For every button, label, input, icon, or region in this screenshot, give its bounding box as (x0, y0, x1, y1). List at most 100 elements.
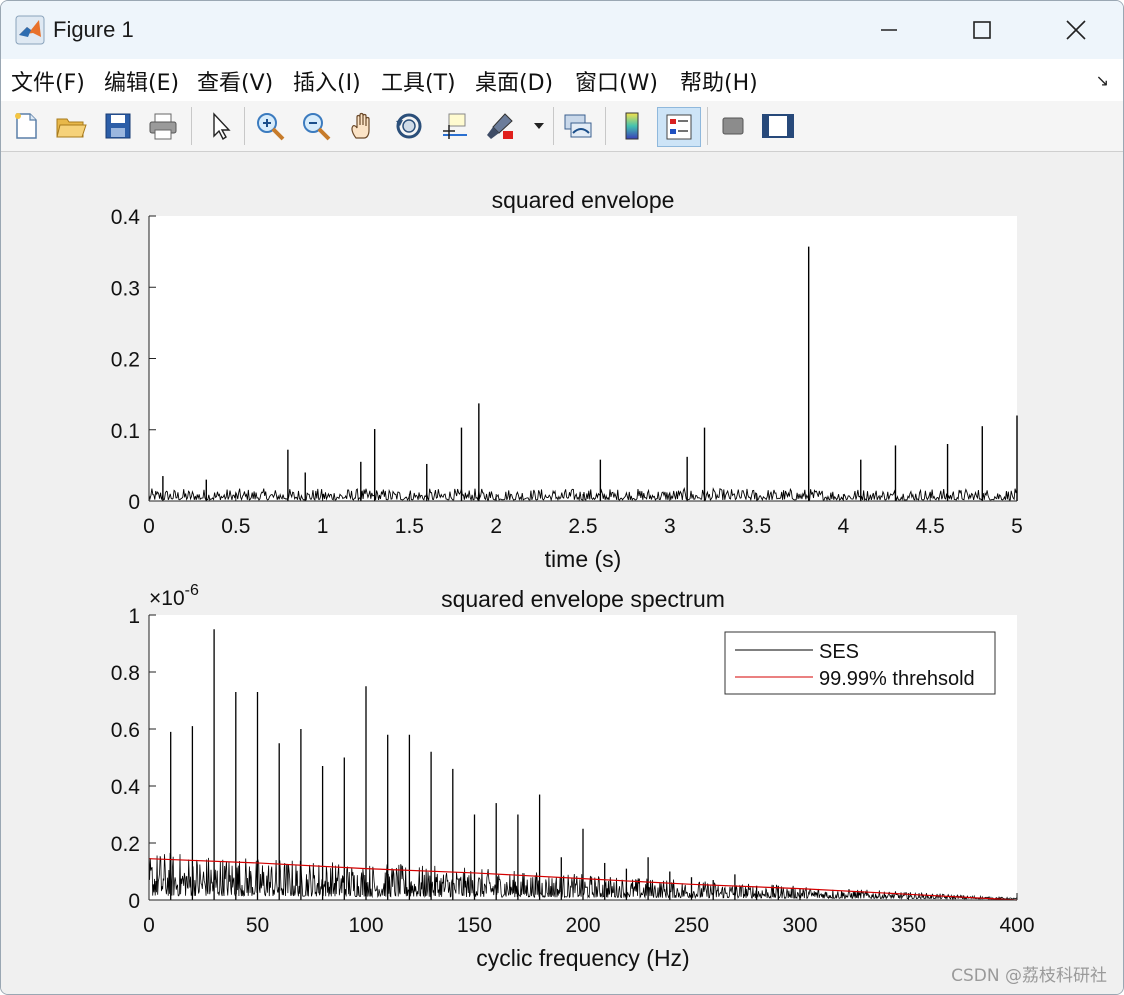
y-tick-label: 0.8 (111, 662, 140, 685)
legend: SES 99.99% threhsold (724, 631, 996, 695)
link-plot-button[interactable] (560, 107, 596, 145)
legend-ses-label: SES (819, 641, 859, 663)
axes-title: squared envelope spectrum (441, 586, 725, 612)
y-tick-label: 0 (128, 491, 140, 514)
y-tick-label: 0.2 (111, 349, 140, 372)
open-file-button[interactable] (53, 107, 89, 145)
x-tick-label: 5 (1011, 515, 1023, 538)
axes-title: squared envelope (492, 187, 675, 213)
save-icon (105, 113, 131, 139)
legend-icon (666, 114, 692, 140)
menu-insert[interactable]: 插入(I) (293, 65, 361, 97)
maximize-button[interactable] (936, 1, 1028, 59)
x-tick-label: 3.5 (742, 515, 771, 538)
chevron-down-icon (534, 123, 544, 129)
zoom-out-button[interactable] (299, 107, 335, 145)
x-tick-label: 0 (143, 914, 155, 937)
hide-plot-tools-button[interactable] (715, 107, 751, 145)
y-exponent-power: -6 (185, 582, 199, 599)
y-tick-label: 0.4 (111, 206, 141, 229)
figure-window: Figure 1 文件(F) 编辑(E) 查看(V) 插入(I) 工具(T) 桌… (0, 0, 1124, 995)
y-tick-label: 0 (128, 890, 140, 913)
y-tick-label: 0.1 (111, 420, 140, 443)
link-plot-icon (564, 114, 592, 138)
pointer-button[interactable] (201, 107, 237, 145)
figure-canvas: squared envelope time (s) 0 0.5 1 1.5 2 2.5 3 3.5… (1, 152, 1123, 994)
insert-legend-button[interactable] (657, 107, 701, 147)
close-icon (1066, 20, 1086, 40)
menu-tools[interactable]: 工具(T) (381, 65, 456, 97)
menu-file[interactable]: 文件(F) (11, 65, 85, 97)
legend-threshold-label: 99.99% threhsold (819, 668, 975, 690)
y-exponent-base: ×10 (149, 587, 185, 610)
y-exponent-label: ×10-6 (149, 582, 199, 610)
x-tick-label: 50 (246, 914, 269, 937)
x-tick-label: 200 (565, 914, 600, 937)
brush-button[interactable] (483, 107, 519, 145)
x-tick-label: 250 (674, 914, 709, 937)
show-plot-tools-icon (762, 114, 794, 138)
toolbar-separator (244, 107, 245, 145)
menu-view[interactable]: 查看(V) (197, 65, 273, 97)
minimize-icon (881, 29, 897, 31)
menu-help[interactable]: 帮助(H) (680, 65, 758, 97)
x-tick-label: 3 (664, 515, 676, 538)
axes-background (149, 216, 1017, 501)
toolbar-dock-arrow-icon[interactable]: ↘ (1096, 71, 1109, 90)
x-tick-label: 100 (348, 914, 383, 937)
toolbar-separator (605, 107, 606, 145)
data-cursor-icon (443, 113, 467, 139)
save-button[interactable] (100, 107, 136, 145)
y-tick-label: 0.2 (111, 833, 140, 856)
x-tick-label: 2 (490, 515, 502, 538)
menu-bar: 文件(F) 编辑(E) 查看(V) 插入(I) 工具(T) 桌面(D) 窗口(W… (1, 59, 1123, 101)
toolbar-separator (191, 107, 192, 145)
zoom-out-icon (303, 113, 331, 141)
maximize-icon (973, 21, 991, 39)
x-tick-label: 150 (457, 914, 492, 937)
x-tick-label: 1 (317, 515, 329, 538)
minimize-button[interactable] (843, 1, 935, 59)
new-figure-button[interactable] (8, 107, 44, 145)
title-bar[interactable]: Figure 1 (1, 1, 1123, 59)
x-tick-label: 400 (999, 914, 1034, 937)
print-button[interactable] (145, 107, 181, 145)
menu-window[interactable]: 窗口(W) (575, 65, 658, 97)
watermark: CSDN @荔枝科研社 (951, 966, 1107, 986)
pan-button[interactable] (345, 107, 381, 145)
brush-icon (487, 113, 513, 139)
data-cursor-button[interactable] (437, 107, 473, 145)
rotate-3d-button[interactable] (391, 107, 427, 145)
close-button[interactable] (1030, 1, 1122, 59)
pan-hand-icon (351, 112, 370, 139)
toolbar-separator (553, 107, 554, 145)
rotate-3d-icon (396, 113, 422, 139)
axes-1: squared envelope time (s) 0 0.5 1 1.5 2 2.5 3 3.5… (111, 187, 1023, 572)
zoom-in-button[interactable] (253, 107, 289, 145)
new-figure-icon (15, 113, 37, 139)
x-axis-label: time (s) (545, 546, 622, 572)
x-tick-label: 350 (891, 914, 926, 937)
y-tick-label: 0.3 (111, 277, 140, 300)
x-tick-label: 1.5 (395, 515, 424, 538)
zoom-in-icon (257, 113, 285, 141)
hide-plot-tools-icon (722, 117, 744, 135)
axes-2: squared envelope spectrum cyclic frequenc… (111, 582, 1035, 971)
x-tick-label: 0.5 (221, 515, 250, 538)
x-tick-label: 4 (838, 515, 850, 538)
menu-edit[interactable]: 编辑(E) (104, 65, 179, 97)
colorbar-icon (625, 112, 639, 140)
plots-svg: squared envelope time (s) 0 0.5 1 1.5 2 2.5 3 3.5… (111, 187, 1035, 971)
insert-colorbar-button[interactable] (614, 107, 650, 145)
menu-desktop[interactable]: 桌面(D) (475, 65, 553, 97)
pointer-icon (213, 112, 231, 141)
toolbar-separator (707, 107, 708, 145)
brush-dropdown-button[interactable] (529, 107, 549, 145)
show-plot-tools-button[interactable] (760, 107, 796, 145)
open-file-icon (56, 118, 87, 138)
window-title: Figure 1 (53, 17, 134, 42)
y-tick-label: 0.4 (111, 776, 141, 799)
x-tick-label: 300 (782, 914, 817, 937)
print-icon (149, 113, 177, 140)
y-tick-label: 1 (128, 605, 140, 628)
